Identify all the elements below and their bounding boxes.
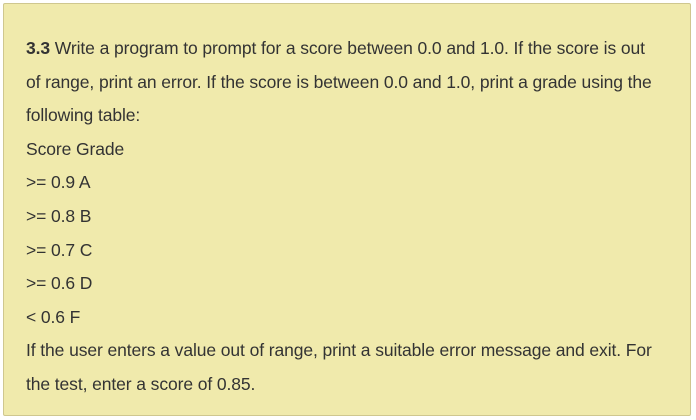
table-row-c: >= 0.7 C [26, 239, 93, 260]
table-row-f: < 0.6 F [26, 306, 81, 327]
table-header: Score Grade [26, 138, 125, 159]
closing-line-1: If the user enters a value out of range,… [26, 340, 652, 361]
closing-line-2: the test, enter a score of 0.85. [26, 373, 256, 394]
intro-text: Write a program to prompt for a score be… [54, 38, 645, 58]
table-row-a: >= 0.9 A [26, 172, 91, 193]
table-row-d: >= 0.6 D [26, 273, 93, 294]
intro-line-3: following table: [26, 105, 141, 126]
exercise-number: 3.3 [26, 38, 51, 58]
intro-line-1: 3.3 Write a program to prompt for a scor… [26, 32, 668, 66]
exercise-panel: 3.3 Write a program to prompt for a scor… [3, 3, 691, 416]
table-row-b: >= 0.8 B [26, 205, 92, 226]
intro-line-2: of range, print an error. If the score i… [26, 71, 652, 92]
